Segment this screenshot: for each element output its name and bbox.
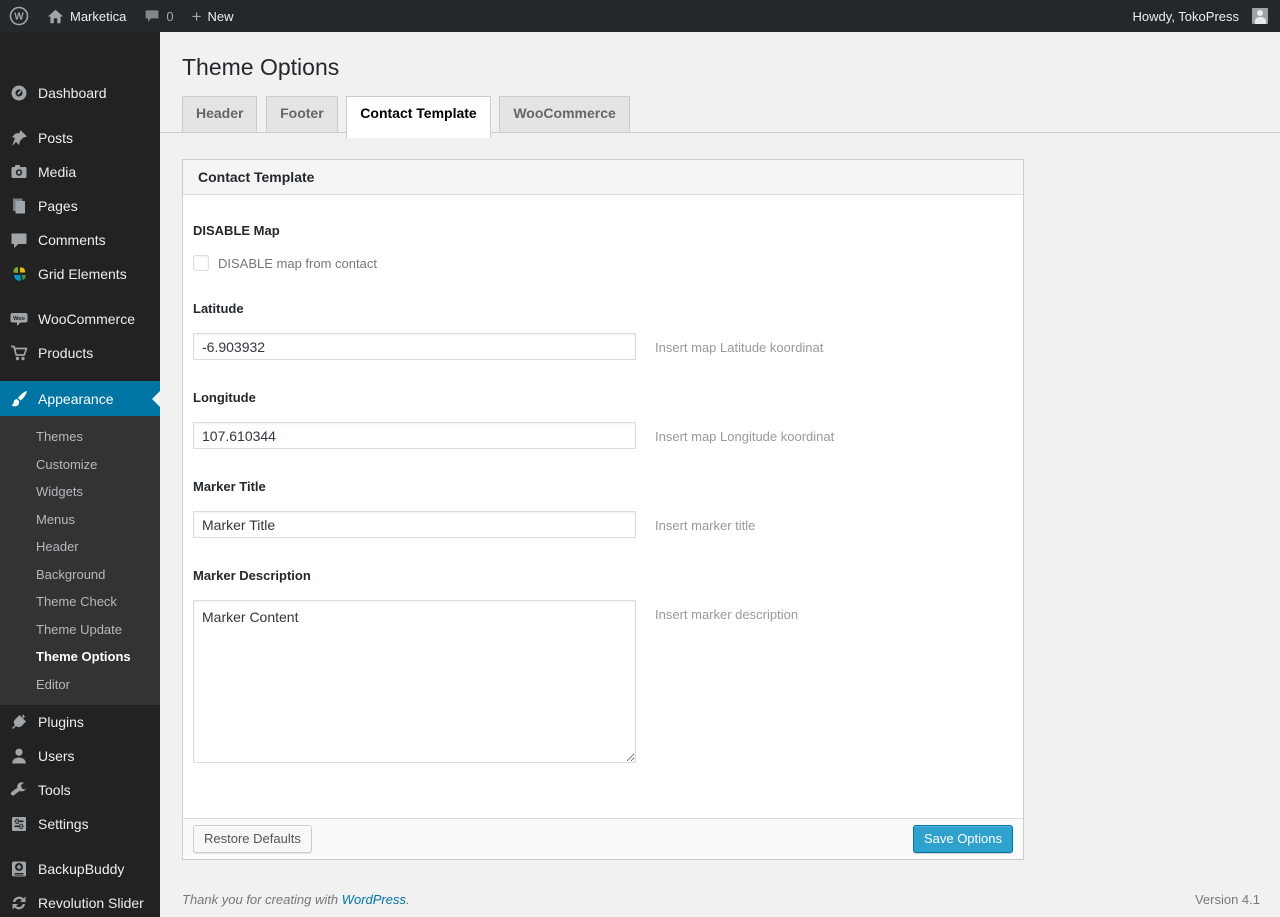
tab-bar: Header Footer Contact Template WooCommer… [160,96,1280,146]
tab-woocommerce[interactable]: WooCommerce [499,96,630,133]
admin-menu: Dashboard Posts Media Pages Comments Gri… [0,32,160,917]
submenu-item-menus[interactable]: Menus [0,506,160,534]
dashboard-icon [9,83,29,103]
tab-footer[interactable]: Footer [266,96,338,133]
longitude-label: Longitude [193,390,256,405]
paintbrush-icon [9,389,29,409]
field-latitude: Latitude Insert map Latitude koordinat [193,301,1013,360]
refresh-icon [9,893,29,913]
longitude-hint: Insert map Longitude koordinat [655,429,835,444]
new-label: New [207,8,234,24]
site-name-link[interactable]: Marketica [38,0,135,32]
admin-bar: W Marketica 0 + New Howdy, TokoPress [0,0,1280,32]
contact-template-panel: Contact Template DISABLE Map DISABLE map… [182,159,1024,860]
submenu-item-editor[interactable]: Editor [0,671,160,699]
howdy-label: Howdy, TokoPress [1132,8,1239,24]
marker-title-label: Marker Title [193,479,266,494]
marker-description-textarea[interactable]: Marker Content [193,600,636,763]
marker-description-label: Marker Description [193,568,311,583]
sidebar-item-backupbuddy[interactable]: BackupBuddy [0,852,160,886]
pages-icon [9,196,29,216]
submenu-item-customize[interactable]: Customize [0,451,160,479]
sidebar-item-users[interactable]: Users [0,739,160,773]
page-footer: Thank you for creating with WordPress. V… [182,892,1260,907]
new-content-menu[interactable]: + New [183,0,243,32]
sidebar-item-settings[interactable]: Settings [0,807,160,841]
submenu-item-theme-update[interactable]: Theme Update [0,616,160,644]
media-icon [9,162,29,182]
submenu-item-header[interactable]: Header [0,533,160,561]
submenu-item-themes[interactable]: Themes [0,423,160,451]
pushpin-icon [9,128,29,148]
latitude-hint: Insert map Latitude koordinat [655,340,824,355]
submenu-item-theme-options[interactable]: Theme Options [0,643,160,671]
disable-map-checkbox[interactable] [193,255,209,271]
svg-text:Woo: Woo [13,316,25,322]
marker-title-hint: Insert marker title [655,518,756,533]
footer-thanks-text: Thank you for creating with WordPress. [182,892,410,907]
save-options-button[interactable]: Save Options [912,825,1013,853]
page-title: Theme Options [182,54,340,80]
site-name-label: Marketica [70,8,127,24]
sidebar-item-pages[interactable]: Pages [0,189,160,223]
wordpress-link[interactable]: WordPress [342,892,406,907]
panel-footer: Restore Defaults Save Options [183,818,1023,859]
comment-count: 0 [166,8,174,24]
marker-description-hint: Insert marker description [655,607,799,622]
tab-header[interactable]: Header [182,96,258,133]
main-content: Theme Options Header Footer Contact Temp… [160,32,1280,917]
home-icon [47,8,64,25]
comment-bubble-icon [144,8,160,24]
grid-elements-icon [9,264,29,284]
sidebar-item-appearance[interactable]: Appearance [0,381,160,416]
sliders-icon [9,814,29,834]
panel-title: Contact Template [183,160,1023,195]
latitude-input[interactable] [193,333,636,360]
sidebar-item-grid-elements[interactable]: Grid Elements [0,257,160,291]
comments-admin-link[interactable]: 0 [135,0,182,32]
submenu-item-background[interactable]: Background [0,561,160,589]
cart-icon [9,343,29,363]
field-marker-title: Marker Title Insert marker title [193,479,1013,538]
sidebar-item-products[interactable]: Products [0,336,160,370]
sidebar-item-revolution-slider[interactable]: Revolution Slider [0,886,160,917]
field-longitude: Longitude Insert map Longitude koordinat [193,390,1013,449]
plus-icon: + [191,6,202,26]
disable-map-checkbox-label[interactable]: DISABLE map from contact [218,256,377,271]
plugin-icon [9,712,29,732]
sidebar-item-plugins[interactable]: Plugins [0,705,160,739]
backup-icon [9,859,29,879]
longitude-input[interactable] [193,422,636,449]
latitude-label: Latitude [193,301,244,316]
field-marker-description: Marker Description Marker Content Insert… [193,568,1013,763]
submenu-item-theme-check[interactable]: Theme Check [0,588,160,616]
svg-text:W: W [14,12,24,23]
footer-version: Version 4.1 [1194,892,1260,907]
appearance-submenu: Themes Customize Widgets Menus Header Ba… [0,416,160,705]
sidebar-item-dashboard[interactable]: Dashboard [0,76,160,110]
restore-defaults-button[interactable]: Restore Defaults [193,825,312,853]
avatar [1252,8,1268,24]
field-disable-map: DISABLE Map DISABLE map from contact [193,223,1013,271]
marker-title-input[interactable] [193,511,636,538]
submenu-item-widgets[interactable]: Widgets [0,478,160,506]
woocommerce-icon: Woo [9,309,29,329]
sidebar-item-woocommerce[interactable]: Woo WooCommerce [0,302,160,336]
sidebar-item-posts[interactable]: Posts [0,121,160,155]
sidebar-item-tools[interactable]: Tools [0,773,160,807]
wrench-icon [9,780,29,800]
sidebar-item-media[interactable]: Media [0,155,160,189]
sidebar-item-comments[interactable]: Comments [0,223,160,257]
wordpress-logo-icon: W [9,6,29,26]
wordpress-logo-menu[interactable]: W [0,0,38,32]
account-menu[interactable]: Howdy, TokoPress [1124,0,1280,32]
comments-icon [9,230,29,250]
disable-map-label: DISABLE Map [193,223,280,238]
tab-contact-template[interactable]: Contact Template [346,96,491,138]
user-icon [9,746,29,766]
